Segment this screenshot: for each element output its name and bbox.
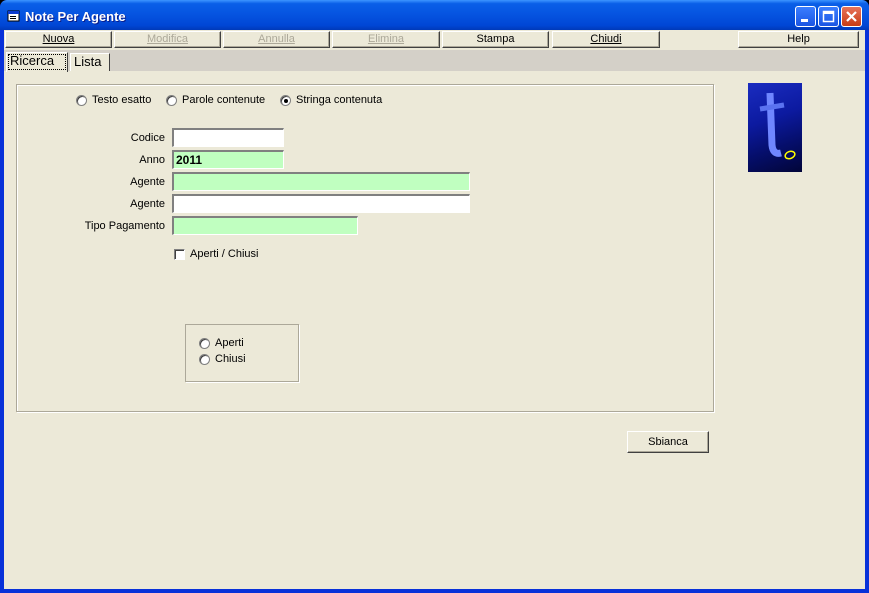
close-button[interactable] [841, 6, 862, 27]
minimize-icon [801, 19, 808, 22]
chiudi-button[interactable]: Chiudi [552, 31, 660, 48]
company-logo [748, 83, 802, 172]
minimize-button[interactable] [795, 6, 816, 27]
tab-lista[interactable]: Lista [70, 53, 110, 71]
aperti-chiusi-checkbox[interactable] [174, 249, 185, 260]
application-window: Note Per Agente Nuova Modifica Annulla E… [0, 0, 869, 593]
logo-mark [759, 92, 796, 160]
status-groupbox: Aperti Chiusi [185, 324, 299, 382]
nuova-button[interactable]: Nuova [5, 31, 112, 48]
annulla-button[interactable]: Annulla [223, 31, 330, 48]
agente-field-1[interactable] [172, 172, 470, 191]
title-bar[interactable]: Note Per Agente [0, 0, 869, 30]
app-icon [7, 10, 20, 22]
anno-label: Anno [139, 154, 165, 166]
radio-testo-esatto[interactable] [76, 95, 87, 106]
maximize-button[interactable] [818, 6, 839, 27]
modifica-button[interactable]: Modifica [114, 31, 221, 48]
codice-field[interactable] [172, 128, 284, 147]
tab-strip: Ricerca Lista [4, 50, 865, 72]
tab-ricerca[interactable]: Ricerca [6, 52, 68, 72]
radio-label-stringa-contenuta: Stringa contenuta [296, 94, 383, 106]
radio-chiusi[interactable] [199, 354, 210, 365]
radio-aperti[interactable] [199, 338, 210, 349]
toolbar: Nuova Modifica Annulla Elimina Stampa Ch… [4, 30, 865, 49]
agente-label-1: Agente [130, 176, 165, 188]
sbianca-button[interactable]: Sbianca [627, 431, 709, 453]
agente-label-2: Agente [130, 198, 165, 210]
client-area: Nuova Modifica Annulla Elimina Stampa Ch… [4, 30, 865, 589]
codice-label: Codice [130, 132, 165, 144]
anno-field[interactable]: 2011 [172, 150, 284, 169]
tipo-pagamento-label: Tipo Pagamento [84, 220, 165, 232]
aperti-chiusi-label: Aperti / Chiusi [190, 248, 259, 260]
radio-label-chiusi: Chiusi [215, 353, 246, 365]
radio-stringa-contenuta[interactable] [280, 95, 291, 106]
agente-field-2[interactable] [172, 194, 470, 213]
radio-label-testo-esatto: Testo esatto [92, 94, 152, 106]
tipo-pagamento-field[interactable] [172, 216, 358, 235]
maximize-icon [822, 10, 835, 23]
stampa-button[interactable]: Stampa [442, 31, 549, 48]
radio-parole-contenute[interactable] [166, 95, 177, 106]
search-panel: Testo esatto Parole contenute Stringa co… [16, 84, 714, 453]
help-button[interactable]: Help [738, 31, 859, 48]
elimina-button[interactable]: Elimina [332, 31, 440, 48]
close-icon [846, 11, 857, 22]
radio-label-aperti: Aperti [215, 337, 244, 349]
window-title: Note Per Agente [25, 9, 126, 24]
radio-label-parole-contenute: Parole contenute [182, 94, 266, 106]
